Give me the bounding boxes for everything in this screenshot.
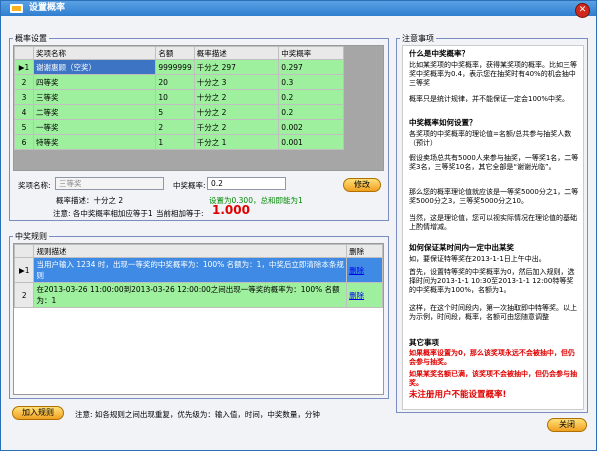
- col-prob[interactable]: 中奖概率: [278, 46, 344, 60]
- cell-name[interactable]: 二等奖: [32, 104, 157, 120]
- close-icon[interactable]: ✕: [575, 3, 590, 18]
- cell-name[interactable]: 一等奖: [32, 119, 157, 135]
- sum-label: 当前相加等于:: [156, 209, 204, 218]
- close-button[interactable]: 关闭: [547, 418, 587, 432]
- sum-value: 1.000: [212, 203, 250, 217]
- col-prize-name[interactable]: 奖项名称: [32, 46, 157, 60]
- note-red-2: 如果某奖名额已满，该奖项不会被抽中，但仍会参与抽奖。: [409, 370, 577, 387]
- row-index: 5: [14, 119, 34, 135]
- rules-footer-note: 注意: 如各规则之间出现重复，优先级为：输入值，时间，中奖数量，分钟: [75, 410, 320, 419]
- note-p9: 这样，在这个时间段内，第一次抽取即中特等奖。以上为示例，时间段，概率，名额可由您…: [409, 304, 577, 321]
- notes-legend: 注意事项: [402, 34, 434, 43]
- cell-desc[interactable]: 千分之 297: [193, 59, 280, 75]
- row-index: 2: [14, 282, 35, 308]
- cell-count[interactable]: 1: [155, 134, 195, 150]
- prob-label: 中奖概率:: [173, 181, 206, 190]
- window-title: 设置概率: [29, 3, 66, 13]
- note-p4: 假设卖场总共有5000人来参与抽奖，一等奖1名，二等奖3名，三等奖10名，其它全…: [409, 154, 579, 171]
- note-p8: 首先，设置特等奖的中奖概率为0，然后加入规则，选择时间为2013-1-1 10:…: [409, 268, 575, 294]
- prize-table-header: 奖项名称 名额 概率描述 中奖概率: [14, 46, 344, 60]
- notes-panel: 什么是中奖概率？ 比如某奖项的中奖概率，获得某奖项的概率。比如三等奖中奖概率为0…: [402, 45, 584, 410]
- table-row[interactable]: 4 二等奖 5 十分之 2 0.2: [14, 104, 344, 120]
- row-index: 4: [14, 104, 34, 120]
- cell-name[interactable]: 四等奖: [32, 74, 157, 90]
- col-desc[interactable]: 概率描述: [193, 46, 280, 60]
- rules-table-header: 规则描述 删除: [14, 244, 383, 258]
- cell-rule[interactable]: 当用户输入 1234 时，出现一等奖的中奖概率为：100% 名额为：1，中奖后立…: [33, 257, 348, 283]
- cell-prob[interactable]: 0.3: [278, 74, 344, 90]
- note-red-3: 未注册用户不能设置概率!: [409, 390, 507, 400]
- prize-table[interactable]: 奖项名称 名额 概率描述 中奖概率 ▶1 谢谢惠顾（空奖） 9999999 千分…: [13, 45, 384, 171]
- cell-name[interactable]: 特等奖: [32, 134, 157, 150]
- probability-settings-legend: 概率设置: [15, 34, 47, 43]
- row-index: 2: [14, 74, 34, 90]
- app-icon: [10, 4, 23, 13]
- cell-rule[interactable]: 在2013-03-26 11:00:00到2013-03-26 12:00:00…: [33, 282, 348, 308]
- table-row[interactable]: ▶1 谢谢惠顾（空奖） 9999999 千分之 297 0.297: [14, 59, 344, 75]
- cell-count[interactable]: 2: [155, 119, 195, 135]
- add-rule-button[interactable]: 加入规则: [12, 406, 64, 420]
- delete-link[interactable]: 删除: [349, 291, 364, 300]
- cell-desc[interactable]: 千分之 2: [193, 119, 280, 135]
- settings-window: 设置概率 ✕ 概率设置 奖项名称 名额 概率描述 中奖概率 ▶1 谢谢惠顾（空奖…: [0, 0, 597, 451]
- table-row[interactable]: 3 三等奖 10 十分之 2 0.2: [14, 89, 344, 105]
- cell-count[interactable]: 9999999: [155, 59, 195, 75]
- title-bar: 设置概率 ✕: [1, 1, 596, 18]
- col-rule-desc[interactable]: 规则描述: [33, 244, 348, 258]
- cell-desc[interactable]: 千分之 1: [193, 134, 280, 150]
- prize-name-label: 奖项名称:: [18, 181, 51, 190]
- note-heading-3: 如何保证某时间内一定中出某奖: [409, 243, 514, 252]
- note-heading-4: 其它事项: [409, 338, 439, 347]
- cell-count[interactable]: 20: [155, 74, 195, 90]
- row-index: ▶1: [14, 59, 34, 75]
- sum-note: 注意: 各中奖概率相加应等于1: [53, 209, 153, 218]
- note-red-1: 如果概率设置为0，那么该奖项永远不会被抽中，但仍会参与抽奖。: [409, 349, 575, 366]
- note-heading-2: 中奖概率如何设置？: [409, 118, 477, 127]
- prize-name-field[interactable]: 三等奖: [55, 177, 164, 190]
- cell-name[interactable]: 谢谢惠顾（空奖）: [32, 59, 157, 75]
- table-row[interactable]: 2 在2013-03-26 11:00:00到2013-03-26 12:00:…: [14, 282, 383, 308]
- note-p6: 当然，这是理论值，您可以视实际情况在理论值的基础上酌情增减。: [409, 214, 577, 231]
- cell-count[interactable]: 10: [155, 89, 195, 105]
- note-p7: 如，要保证特等奖在2013-1-1日上午中出。: [409, 255, 546, 263]
- row-index: ▶1: [14, 257, 35, 283]
- cell-name[interactable]: 三等奖: [32, 89, 157, 105]
- cell-desc[interactable]: 十分之 2: [193, 104, 280, 120]
- cell-desc[interactable]: 十分之 3: [193, 74, 280, 90]
- note-p5: 那么您的概率理论值就应该是一等奖5000分之1，二等奖5000分之3，三等奖50…: [409, 188, 579, 205]
- modify-button[interactable]: 修改: [343, 178, 381, 192]
- rules-table[interactable]: 规则描述 删除 ▶1 当用户输入 1234 时，出现一等奖的中奖概率为：100%…: [13, 243, 384, 395]
- table-row[interactable]: 6 特等奖 1 千分之 1 0.001: [14, 134, 344, 150]
- rules-legend: 中奖规则: [15, 232, 47, 241]
- cell-count[interactable]: 5: [155, 104, 195, 120]
- note-p2: 概率只是统计规律，并不能保证一定会100%中奖。: [409, 95, 570, 103]
- note-heading-1: 什么是中奖概率？: [409, 49, 469, 58]
- cell-prob[interactable]: 0.001: [278, 134, 344, 150]
- col-delete[interactable]: 删除: [346, 244, 383, 258]
- row-index: 6: [14, 134, 34, 150]
- cell-desc[interactable]: 十分之 2: [193, 89, 280, 105]
- delete-link[interactable]: 删除: [349, 266, 364, 275]
- cell-prob[interactable]: 0.297: [278, 59, 344, 75]
- table-row[interactable]: 2 四等奖 20 十分之 3 0.3: [14, 74, 344, 90]
- prob-field[interactable]: 0.2: [207, 177, 286, 190]
- row-index: 3: [14, 89, 34, 105]
- desc-value: 十分之 2: [93, 196, 124, 205]
- table-row[interactable]: 5 一等奖 2 千分之 2 0.002: [14, 119, 344, 135]
- desc-label: 概率描述：十分之 2: [56, 196, 124, 205]
- cell-prob[interactable]: 0.2: [278, 89, 344, 105]
- cell-prob[interactable]: 0.2: [278, 104, 344, 120]
- note-p1: 比如某奖项的中奖概率，获得某奖项的概率。比如三等奖中奖概率为0.4，表示您在抽奖…: [409, 61, 577, 87]
- table-row[interactable]: ▶1 当用户输入 1234 时，出现一等奖的中奖概率为：100% 名额为：1，中…: [14, 257, 383, 283]
- cell-prob[interactable]: 0.002: [278, 119, 344, 135]
- col-count[interactable]: 名额: [155, 46, 195, 60]
- note-p3: 各奖项的中奖概率的理论值=名额/总共参与抽奖人数（预计）: [409, 130, 572, 147]
